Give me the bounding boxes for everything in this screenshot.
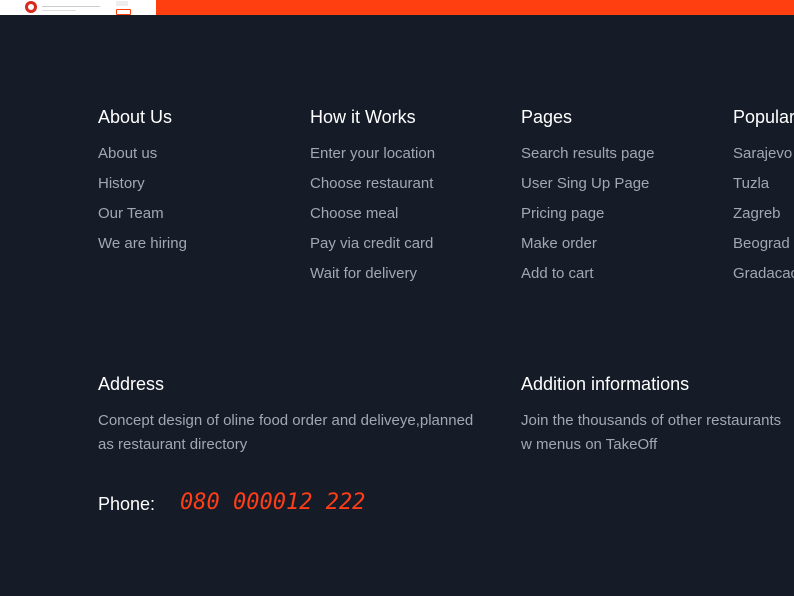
footer-link[interactable]: Pay via credit card (310, 229, 435, 259)
phone-label: Phone: (98, 494, 156, 514)
footer-link[interactable]: Beograd (733, 229, 794, 259)
thumbnail-line (42, 6, 100, 7)
column-title-how-it-works: How it Works (310, 107, 416, 127)
column-title-popular: Popular (733, 107, 794, 127)
additional-info-title: Addition informations (521, 374, 690, 394)
phone-number[interactable]: 080 000012 222 (180, 489, 365, 517)
address-title: Address (98, 374, 165, 394)
footer-link[interactable]: Wait for delivery (310, 259, 435, 289)
footer-link[interactable]: Our Team (98, 199, 187, 229)
footer-page: About Us About us History Our Team We ar… (0, 0, 794, 596)
column-list-how-it-works: Enter your location Choose restaurant Ch… (310, 139, 435, 289)
thumbnail-button (116, 9, 131, 15)
footer-link[interactable]: Sarajevo (733, 139, 794, 169)
footer-link[interactable]: About us (98, 139, 187, 169)
thumbnail-badge (116, 1, 128, 6)
footer-link[interactable]: History (98, 169, 187, 199)
column-title-pages: Pages (521, 107, 573, 127)
footer-link[interactable]: Pricing page (521, 199, 654, 229)
footer-link[interactable]: Search results page (521, 139, 654, 169)
footer-link[interactable]: Choose meal (310, 199, 435, 229)
footer-link[interactable]: Choose restaurant (310, 169, 435, 199)
column-list-pages: Search results page User Sing Up Page Pr… (521, 139, 654, 289)
address-text: Concept design of oline food order and d… (98, 412, 474, 453)
footer-link[interactable]: Make order (521, 229, 654, 259)
column-title-about-us: About Us (98, 107, 173, 127)
footer-link[interactable]: We are hiring (98, 229, 187, 259)
footer-link[interactable]: Add to cart (521, 259, 654, 289)
footer-link[interactable]: Enter your location (310, 139, 435, 169)
column-list-about-us: About us History Our Team We are hiring (98, 139, 187, 259)
footer-link[interactable]: Tuzla (733, 169, 794, 199)
footer-link[interactable]: Zagreb (733, 199, 794, 229)
additional-info-text: Join the thousands of other restaurants … (521, 412, 782, 453)
page-thumbnail-preview[interactable] (0, 0, 156, 15)
footer-link[interactable]: Gradacac (733, 259, 794, 289)
footer-link[interactable]: User Sing Up Page (521, 169, 654, 199)
column-list-popular: Sarajevo Tuzla Zagreb Beograd Gradacac (733, 139, 794, 289)
thumbnail-line (42, 10, 76, 11)
logo-icon (25, 1, 37, 13)
